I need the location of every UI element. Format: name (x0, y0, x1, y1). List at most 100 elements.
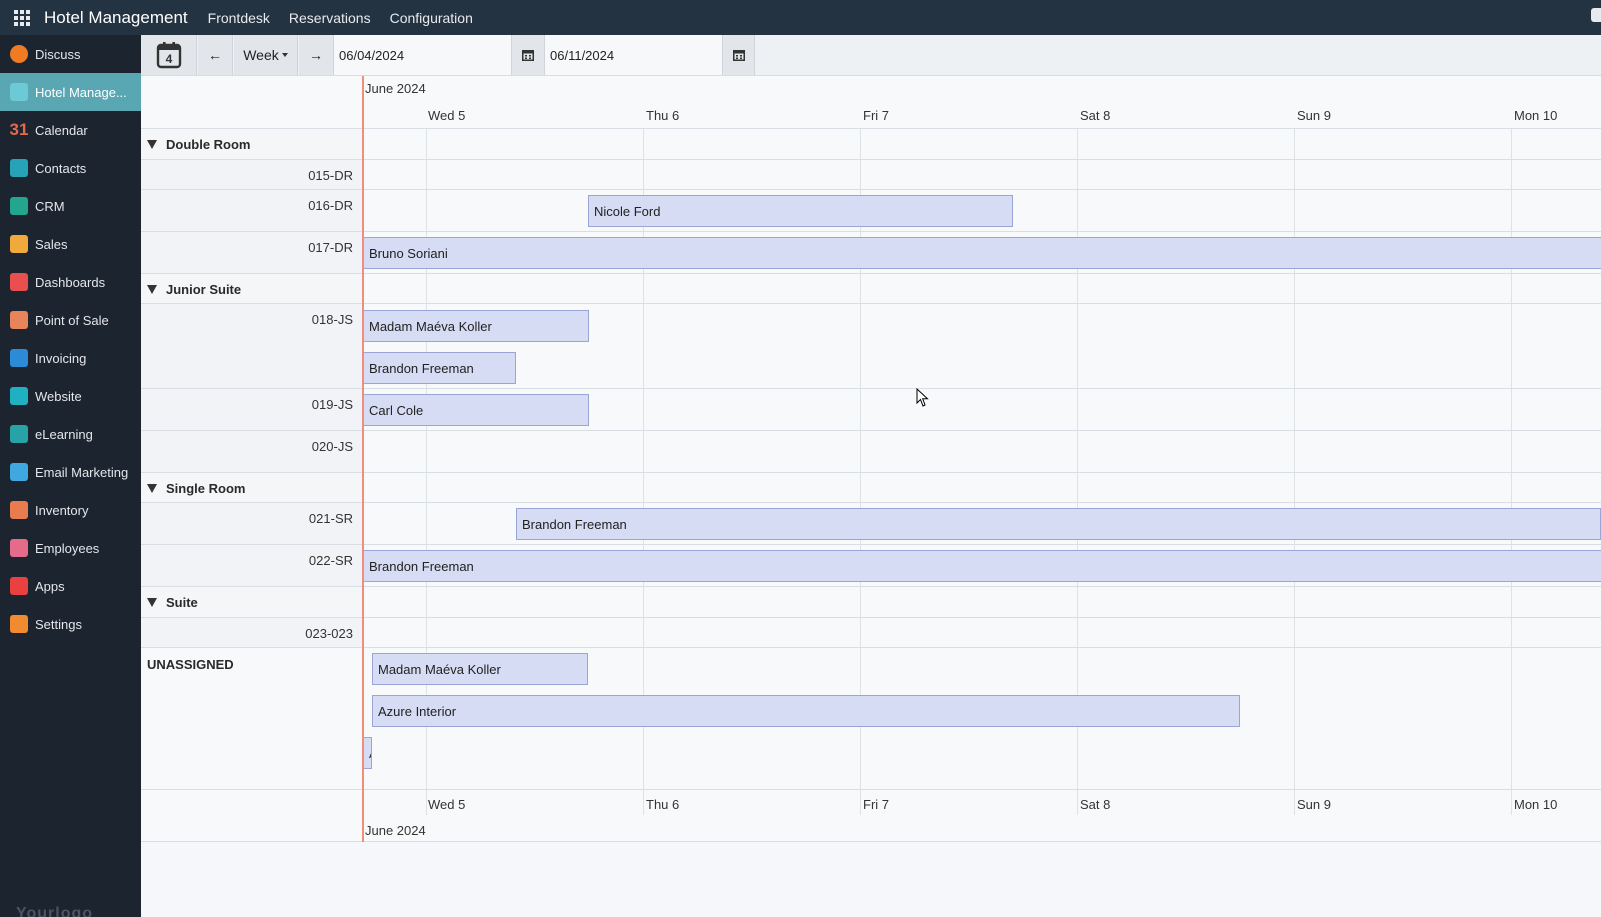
invoicing-icon (10, 349, 28, 367)
sidebar-item-inventory[interactable]: Inventory (0, 491, 141, 529)
group-label[interactable]: Double Room (147, 137, 251, 152)
day-footer: Fri 7 (863, 797, 889, 812)
sidebar-item-calendar-31[interactable]: 31 Calendar (0, 111, 141, 149)
start-date-picker-button[interactable] (512, 35, 545, 75)
reservation-pill[interactable]: Madam Maéva Koller (363, 310, 589, 342)
pos-icon (10, 311, 28, 329)
contacts-icon (10, 159, 28, 177)
menu-configuration[interactable]: Configuration (390, 10, 473, 26)
group-label[interactable]: Single Room (147, 481, 245, 496)
company-logo: Yourlogo (16, 905, 94, 917)
sidebar-item-dashboards[interactable]: Dashboards (0, 263, 141, 301)
sidebar-item-settings[interactable]: Settings (0, 605, 141, 643)
sidebar-item-elearning[interactable]: eLearning (0, 415, 141, 453)
sidebar-item-pos[interactable]: Point of Sale (0, 301, 141, 339)
reservation-pill[interactable]: Brandon Freeman (363, 352, 516, 384)
sidebar-item-invoicing[interactable]: Invoicing (0, 339, 141, 377)
reservation-pill[interactable]: Carl Cole (363, 394, 589, 426)
end-date-picker-button[interactable] (723, 35, 755, 75)
group-label[interactable]: Junior Suite (147, 282, 241, 297)
sidebar-item-hotel[interactable]: Hotel Manage... (0, 73, 141, 111)
month-header: June 2024 (365, 81, 426, 96)
sidebar-item-sales[interactable]: Sales (0, 225, 141, 263)
room-label: 016-DR (308, 198, 353, 213)
gantt-view: June 2024 June 2024 Wed 5 Wed 5 Thu 6 Thu 6… (141, 76, 1601, 842)
unassigned-label: UNASSIGNED (147, 657, 234, 672)
room-label: 021-SR (308, 511, 353, 526)
collapse-triangle-icon[interactable] (147, 285, 157, 294)
sidebar-item-label: Sales (35, 236, 68, 252)
reservation-pill[interactable]: A (363, 737, 372, 769)
reservation-pill[interactable]: Brandon Freeman (516, 508, 1601, 540)
start-date-field[interactable]: 06/04/2024 (334, 35, 512, 75)
sidebar-item-label: Settings (35, 616, 82, 632)
calendar-icon (522, 50, 534, 61)
inventory-icon (10, 501, 28, 519)
sidebar-item-label: Calendar (35, 122, 88, 138)
sidebar-item-label: Invoicing (35, 350, 87, 366)
sidebar-item-label: Inventory (35, 502, 89, 518)
today-button[interactable]: 4 (141, 35, 197, 75)
previous-button[interactable]: ← (198, 35, 233, 75)
row-line (362, 129, 1601, 160)
sidebar-item-website[interactable]: Website (0, 377, 141, 415)
calendar-icon (732, 50, 745, 61)
sidebar-item-contacts[interactable]: Contacts (0, 149, 141, 187)
room-label: 020-JS (311, 439, 353, 454)
top-navbar: Hotel Management Frontdesk Reservations … (0, 0, 1601, 35)
sidebar-item-email-marketing[interactable]: Email Marketing (0, 453, 141, 491)
sidebar-item-label: CRM (35, 198, 65, 214)
sidebar-item-label: Contacts (35, 160, 87, 176)
reservation-pill[interactable]: Nicole Ford (588, 195, 1013, 227)
sidebar-item-crm[interactable]: CRM (0, 187, 141, 225)
month-footer: June 2024 (365, 823, 426, 838)
collapse-triangle-icon[interactable] (147, 140, 157, 149)
row-line (362, 587, 1601, 618)
group-name: Suite (166, 595, 198, 610)
sidebar-item-apps[interactable]: Apps (0, 567, 141, 605)
caret-down-icon (281, 53, 288, 57)
chat-icon[interactable] (1591, 8, 1601, 22)
day-header: Sat 8 (1080, 108, 1111, 123)
collapse-triangle-icon[interactable] (147, 484, 157, 493)
next-button[interactable]: → (299, 35, 334, 75)
website-icon (10, 387, 28, 405)
sidebar-item-label: Employees (35, 540, 100, 556)
arrow-left-icon: ← (208, 47, 222, 63)
sidebar-item-label: Apps (35, 578, 65, 594)
day-footer: Mon 10 (1514, 797, 1558, 812)
reservation-pill[interactable]: Bruno Soriani (363, 237, 1601, 269)
sidebar-item-discuss[interactable]: Discuss (0, 35, 141, 73)
day-header: Sun 9 (1297, 108, 1331, 123)
day-footer: Sun 9 (1297, 797, 1331, 812)
sidebar-item-label: Dashboards (35, 274, 106, 290)
menu-frontdesk[interactable]: Frontdesk (208, 10, 270, 26)
sidebar-item-label: Website (35, 388, 82, 404)
day-footer: Wed 5 (428, 797, 466, 812)
row-line (362, 431, 1601, 473)
group-name: Junior Suite (166, 282, 242, 297)
app-brand[interactable]: Hotel Management (44, 8, 188, 28)
reservation-pill[interactable]: Azure Interior (372, 695, 1240, 727)
group-name: Single Room (166, 481, 246, 496)
settings-icon (10, 615, 28, 633)
room-label: 023-023 (305, 626, 353, 641)
hotel-icon (10, 83, 28, 101)
apps-icon (10, 577, 28, 595)
group-name: Double Room (166, 137, 251, 152)
apps-menu-icon[interactable] (0, 0, 44, 35)
reservation-pill[interactable]: Brandon Freeman (363, 550, 1601, 582)
room-label: 022-SR (308, 553, 353, 568)
sales-icon (10, 235, 28, 253)
collapse-triangle-icon[interactable] (147, 598, 157, 607)
gantt-toolbar: 4 ← Week → 06/04/2024 06/11/2024 (141, 35, 1601, 76)
scale-dropdown[interactable]: Week (234, 35, 298, 75)
menu-reservations[interactable]: Reservations (289, 10, 371, 26)
day-header: Thu 6 (646, 108, 680, 123)
sidebar-item-employees[interactable]: Employees (0, 529, 141, 567)
day-footer: Sat 8 (1080, 797, 1111, 812)
row-line (362, 618, 1601, 648)
reservation-pill[interactable]: Madam Maéva Koller (372, 653, 588, 685)
end-date-field[interactable]: 06/11/2024 (545, 35, 723, 75)
group-label[interactable]: Suite (147, 595, 198, 610)
